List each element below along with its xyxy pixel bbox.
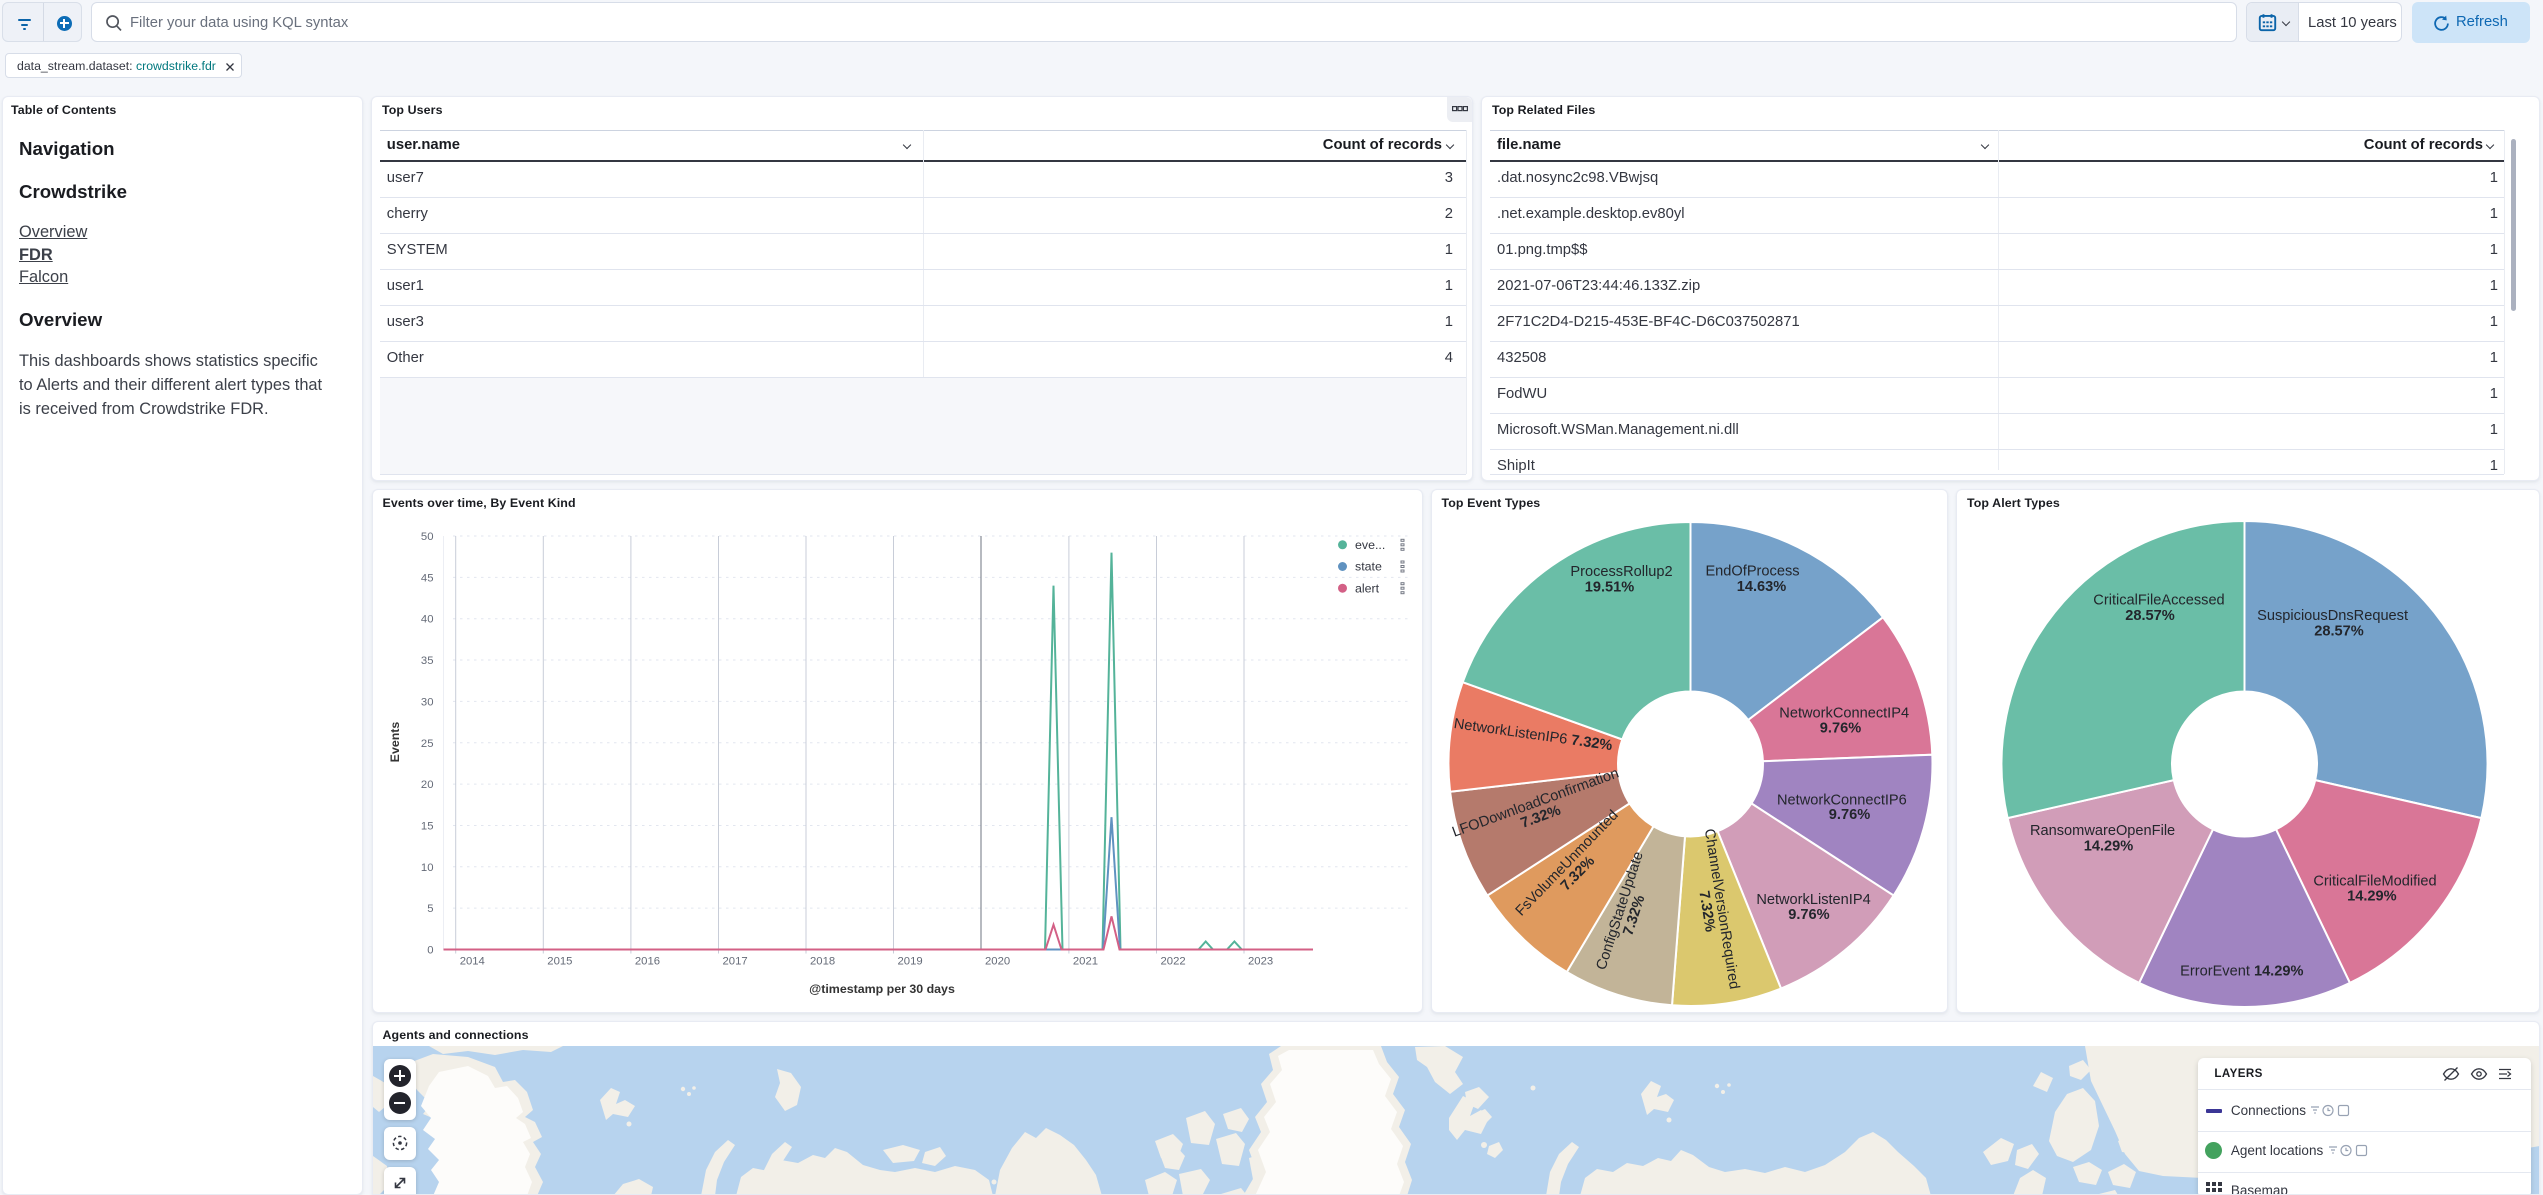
svg-text:20: 20 xyxy=(420,779,433,791)
svg-text:ErrorEvent 14.29%: ErrorEvent 14.29% xyxy=(2180,964,2303,980)
svg-text:2020: 2020 xyxy=(985,956,1010,968)
svg-text:NetworkConnectIP4: NetworkConnectIP4 xyxy=(1779,705,1909,721)
svg-text:45: 45 xyxy=(420,572,433,584)
svg-text:28.57%: 28.57% xyxy=(2314,623,2364,639)
svg-text:9.76%: 9.76% xyxy=(1788,907,1829,923)
svg-text:5: 5 xyxy=(427,903,433,915)
svg-text:alert: alert xyxy=(1355,581,1380,595)
svg-text:NetworkListenIP4: NetworkListenIP4 xyxy=(1756,892,1870,908)
svg-text:40: 40 xyxy=(420,614,433,626)
svg-text:30: 30 xyxy=(420,696,433,708)
svg-text:0: 0 xyxy=(427,945,433,957)
svg-text:2015: 2015 xyxy=(547,956,572,968)
svg-text:2023: 2023 xyxy=(1248,956,1273,968)
svg-text:25: 25 xyxy=(420,738,433,750)
svg-text:2014: 2014 xyxy=(459,956,484,968)
svg-text:19.51%: 19.51% xyxy=(1584,580,1634,596)
svg-text:10: 10 xyxy=(420,862,433,874)
svg-text:2019: 2019 xyxy=(897,956,922,968)
svg-text:2017: 2017 xyxy=(722,956,747,968)
svg-text:35: 35 xyxy=(420,655,433,667)
svg-text:14.29%: 14.29% xyxy=(2347,889,2397,905)
svg-text:eve...: eve... xyxy=(1355,538,1385,552)
svg-text:@timestamp per 30 days: @timestamp per 30 days xyxy=(809,982,955,996)
svg-text:9.76%: 9.76% xyxy=(1828,807,1869,823)
svg-text:2016: 2016 xyxy=(634,956,659,968)
svg-text:14.29%: 14.29% xyxy=(2084,838,2134,854)
svg-text:2021: 2021 xyxy=(1072,956,1097,968)
svg-text:CriticalFileModified: CriticalFileModified xyxy=(2313,874,2436,890)
svg-text:ProcessRollup2: ProcessRollup2 xyxy=(1570,564,1672,580)
svg-text:2022: 2022 xyxy=(1160,956,1185,968)
svg-text:15: 15 xyxy=(420,820,433,832)
svg-text:SuspiciousDnsRequest: SuspiciousDnsRequest xyxy=(2257,608,2408,624)
svg-text:EndOfProcess: EndOfProcess xyxy=(1705,564,1799,580)
svg-text:2018: 2018 xyxy=(810,956,835,968)
svg-text:Events: Events xyxy=(388,722,402,763)
svg-text:14.63%: 14.63% xyxy=(1736,579,1786,595)
svg-text:9.76%: 9.76% xyxy=(1819,720,1860,736)
svg-text:28.57%: 28.57% xyxy=(2125,608,2175,624)
svg-text:RansomwareOpenFile: RansomwareOpenFile xyxy=(2030,823,2175,839)
svg-text:state: state xyxy=(1355,560,1382,574)
svg-text:CriticalFileAccessed: CriticalFileAccessed xyxy=(2093,593,2224,609)
svg-text:50: 50 xyxy=(420,531,433,543)
